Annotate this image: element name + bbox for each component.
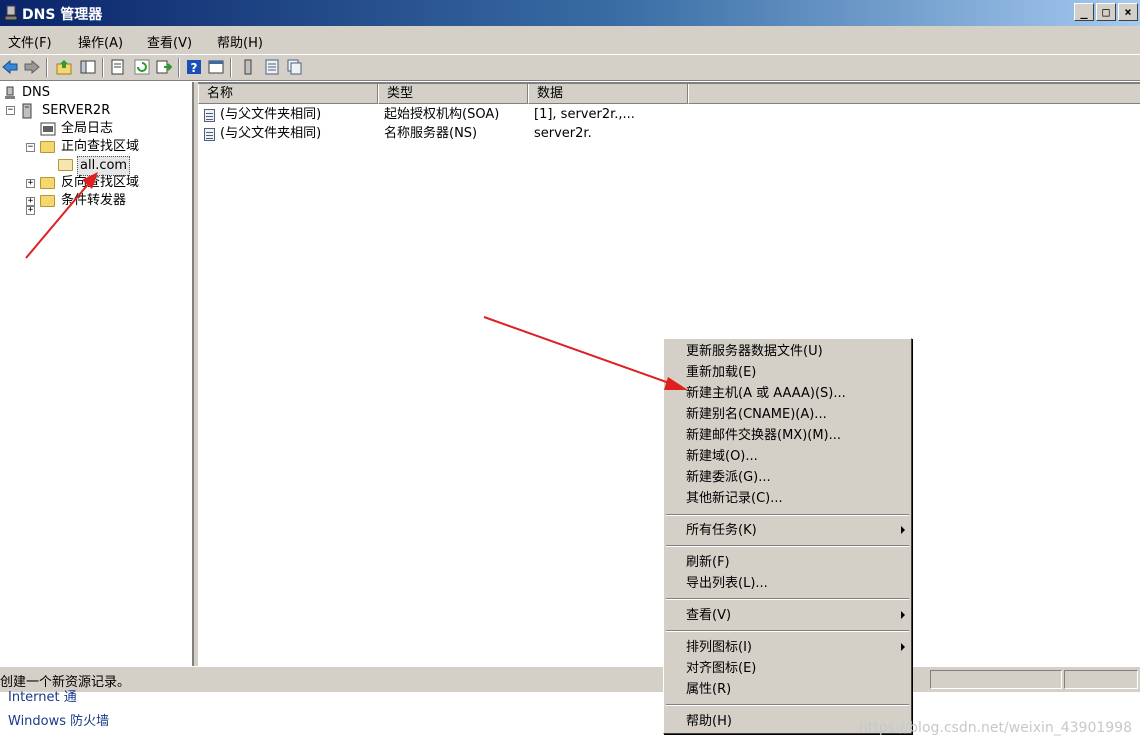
- menu-item-new-host[interactable]: 新建主机(A 或 AAAA)(S)...: [686, 386, 846, 402]
- menu-separator: [666, 704, 909, 706]
- forward-arrow-icon[interactable]: [24, 59, 40, 75]
- folder-icon: [40, 195, 55, 207]
- minimize-button[interactable]: _: [1074, 3, 1094, 21]
- tree-label-forward-zone: 正向查找区域: [61, 139, 140, 154]
- background-text-internet: Internet 通: [8, 690, 77, 705]
- menu-file[interactable]: 文件(F): [8, 32, 52, 51]
- tree-label-reverse-zone: 反向查找区域: [61, 175, 140, 190]
- log-icon: [40, 122, 56, 136]
- zone-icon: [58, 159, 73, 171]
- properties-icon[interactable]: [110, 59, 126, 75]
- menu-item-line-up-icons[interactable]: 对齐图标(E): [686, 661, 756, 677]
- menu-item-reload[interactable]: 重新加载(E): [686, 365, 756, 381]
- refresh-icon[interactable]: [134, 59, 150, 75]
- column-header-type[interactable]: 类型: [378, 84, 528, 104]
- mmc-console-icon[interactable]: [208, 59, 224, 75]
- context-menu: 更新服务器数据文件(U) 重新加载(E) 新建主机(A 或 AAAA)(S)..…: [663, 338, 912, 734]
- menu-item-update-server-data-file[interactable]: 更新服务器数据文件(U): [686, 344, 823, 360]
- folder-icon: [40, 177, 55, 189]
- menu-help[interactable]: 帮助(H): [217, 32, 263, 51]
- background-text-firewall[interactable]: Windows 防火墙: [8, 710, 109, 729]
- menu-separator: [666, 514, 909, 516]
- export-list-icon[interactable]: [156, 59, 172, 75]
- submenu-arrow-icon: [901, 611, 905, 619]
- row-data: [1], server2r.,...: [534, 107, 635, 122]
- expand-conditional-forwarder-toggle[interactable]: +: [26, 197, 35, 206]
- record-list-icon[interactable]: [264, 59, 280, 75]
- menu-view[interactable]: 查看(V): [147, 32, 192, 51]
- tree-label-dns: DNS: [22, 85, 50, 100]
- menu-item-view[interactable]: 查看(V): [686, 608, 731, 624]
- folder-icon: [40, 141, 55, 153]
- menu-item-new-domain[interactable]: 新建域(O)...: [686, 449, 758, 465]
- row-name: (与父文件夹相同): [220, 107, 322, 122]
- menu-item-all-tasks[interactable]: 所有任务(K): [686, 523, 757, 539]
- up-folder-icon[interactable]: [56, 59, 72, 75]
- tree-label-conditional-forwarder: 条件转发器: [61, 193, 127, 208]
- menu-item-properties[interactable]: 属性(R): [686, 682, 731, 698]
- close-button[interactable]: ×: [1118, 3, 1138, 21]
- menu-item-export-list[interactable]: 导出列表(L)...: [686, 576, 768, 592]
- copy-records-icon[interactable]: [286, 59, 302, 75]
- column-header-data[interactable]: 数据: [528, 84, 688, 104]
- column-header-name[interactable]: 名称: [198, 84, 378, 104]
- back-arrow-icon[interactable]: [2, 59, 18, 75]
- submenu-arrow-icon: [901, 526, 905, 534]
- row-type: 起始授权机构(SOA): [384, 107, 500, 122]
- status-pane: [930, 670, 1062, 689]
- show-hide-tree-icon[interactable]: [80, 59, 96, 75]
- menu-item-new-alias[interactable]: 新建别名(CNAME)(A)...: [686, 407, 827, 423]
- tree-pane: DNS − SERVER2R + 全局日志 − 正向查找区域 all.com +…: [0, 82, 194, 666]
- menu-item-help[interactable]: 帮助(H): [686, 714, 732, 730]
- row-name: (与父文件夹相同): [220, 126, 322, 141]
- expand-reverse-zone-toggle[interactable]: +: [26, 179, 35, 188]
- tree-label-global-log: 全局日志: [61, 121, 114, 136]
- menu-separator: [666, 630, 909, 632]
- menu-bar: 文件(F) 操作(A) 查看(V) 帮助(H): [0, 26, 1140, 54]
- title-bar: DNS 管理器 _ □ ×: [0, 0, 1140, 26]
- row-type: 名称服务器(NS): [384, 126, 478, 141]
- maximize-button[interactable]: □: [1096, 3, 1116, 21]
- server-status-icon[interactable]: [240, 59, 256, 75]
- menu-action[interactable]: 操作(A): [78, 32, 123, 51]
- menu-separator: [666, 598, 909, 600]
- window-title: DNS 管理器: [22, 7, 103, 23]
- help-icon[interactable]: ?: [186, 59, 202, 75]
- submenu-arrow-icon: [901, 643, 905, 651]
- expand-global-log-toggle[interactable]: +: [26, 206, 35, 215]
- record-icon: [204, 109, 215, 122]
- server-icon: [4, 5, 18, 21]
- tree-label-zone-all-com: all.com: [77, 156, 131, 176]
- menu-item-other-new-records[interactable]: 其他新记录(C)...: [686, 491, 783, 507]
- menu-separator: [666, 545, 909, 547]
- dns-root-icon: [5, 86, 15, 99]
- status-pane: [1064, 670, 1138, 689]
- svg-text:?: ?: [191, 61, 198, 75]
- row-data: server2r.: [534, 126, 592, 141]
- menu-item-arrange-icons[interactable]: 排列图标(I): [686, 640, 752, 656]
- menu-item-new-delegation[interactable]: 新建委派(G)...: [686, 470, 771, 486]
- collapse-server-toggle[interactable]: −: [6, 106, 15, 115]
- menu-item-new-mail-exchanger[interactable]: 新建邮件交换器(MX)(M)...: [686, 428, 841, 444]
- record-icon: [204, 128, 215, 141]
- collapse-forward-zone-toggle[interactable]: −: [26, 143, 35, 152]
- toolbar: ?: [0, 54, 1140, 81]
- tree-label-server: SERVER2R: [42, 103, 111, 118]
- column-header-filler: [688, 84, 1140, 104]
- status-bar: 创建一个新资源记录。: [0, 666, 1140, 692]
- server-icon: [22, 103, 32, 119]
- watermark: https://blog.csdn.net/weixin_43901998: [858, 720, 1132, 736]
- menu-item-refresh[interactable]: 刷新(F): [686, 555, 730, 571]
